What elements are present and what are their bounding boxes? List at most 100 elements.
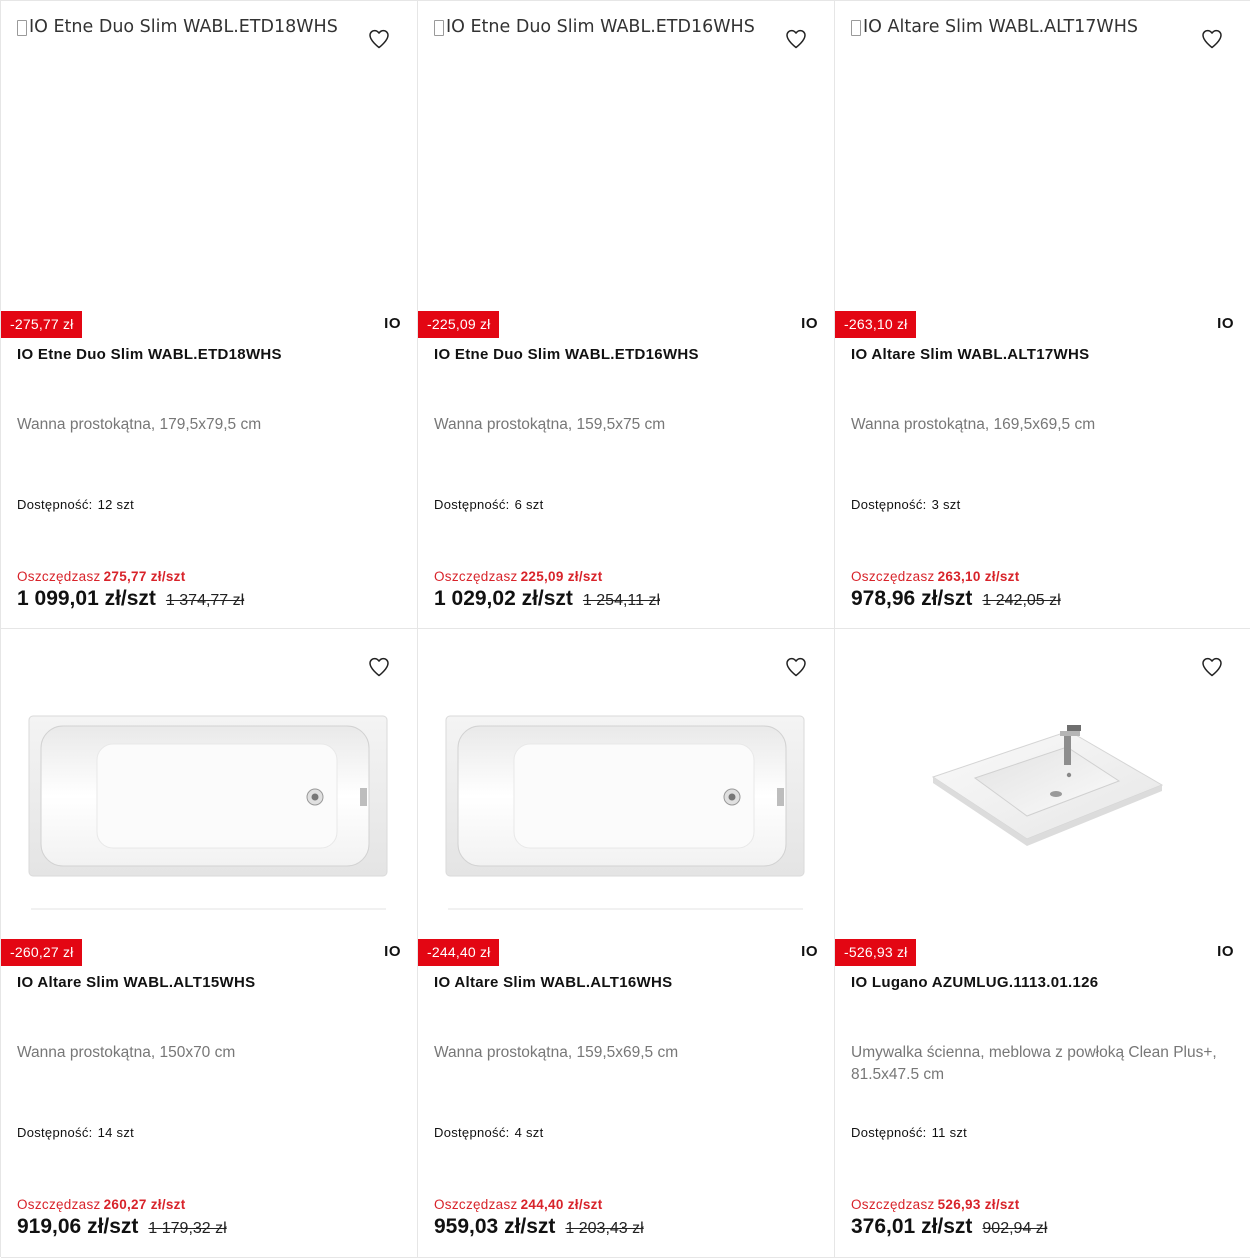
old-price: 1 374,77 zł — [165, 592, 245, 609]
product-image-area[interactable] — [835, 629, 1250, 939]
product-title[interactable]: IO Etne Duo Slim WABL.ETD16WHS — [434, 346, 818, 363]
image-alt-text: IO Altare Slim WABL.ALT17WHS — [863, 17, 1138, 37]
product-title[interactable]: IO Altare Slim WABL.ALT17WHS — [851, 346, 1234, 363]
product-card[interactable]: -526,93 zł IO IO Lugano AZUMLUG.1113.01.… — [835, 629, 1250, 1258]
savings: Oszczędzasz 263,10 zł/szt — [851, 569, 1020, 584]
brand-label: IO — [801, 315, 818, 332]
product-image-area[interactable] — [1, 629, 417, 939]
product-description: Wanna prostokątna, 150x70 cm — [17, 1044, 236, 1061]
product-card[interactable]: IO Altare Slim WABL.ALT17WHS -263,10 zł … — [835, 1, 1250, 629]
broken-image-icon — [434, 20, 444, 36]
product-grid: IO Etne Duo Slim WABL.ETD18WHS -275,77 z… — [0, 0, 1250, 1258]
savings-value: 225,09 zł/szt — [520, 569, 603, 584]
availability-label: Dostępność: — [434, 1125, 510, 1140]
discount-badge: -275,77 zł — [1, 311, 83, 338]
heart-outline-icon — [786, 29, 806, 49]
brand-label: IO — [384, 315, 401, 332]
product-description: Wanna prostokątna, 159,5x75 cm — [434, 416, 666, 433]
availability: Dostępność: 14 szt — [17, 1125, 134, 1140]
availability-label: Dostępność: — [851, 497, 927, 512]
current-price: 1 029,02 zł/szt — [434, 587, 573, 610]
availability: Dostępność: 4 szt — [434, 1125, 544, 1140]
broken-product-image[interactable]: IO Altare Slim WABL.ALT17WHS — [851, 17, 1138, 37]
savings: Oszczędzasz 244,40 zł/szt — [434, 1197, 603, 1212]
availability-value: 14 szt — [97, 1125, 135, 1140]
broken-product-image[interactable]: IO Etne Duo Slim WABL.ETD16WHS — [434, 17, 755, 37]
price-row: 978,96 zł/szt 1 242,05 zł — [851, 587, 1061, 611]
savings-label: Oszczędzasz — [434, 569, 518, 584]
current-price: 1 099,01 zł/szt — [17, 587, 156, 610]
current-price: 959,03 zł/szt — [434, 1215, 556, 1238]
brand-label: IO — [1217, 943, 1234, 960]
availability-label: Dostępność: — [17, 1125, 93, 1140]
discount-badge: -526,93 zł — [835, 939, 917, 966]
savings: Oszczędzasz 225,09 zł/szt — [434, 569, 603, 584]
heart-outline-icon — [369, 657, 389, 677]
heart-outline-icon — [786, 657, 806, 677]
savings: Oszczędzasz 275,77 zł/szt — [17, 569, 186, 584]
product-description: Umywalka ścienna, meblowa z powłoką Clea… — [851, 1044, 1217, 1083]
product-card[interactable]: IO Etne Duo Slim WABL.ETD18WHS -275,77 z… — [1, 1, 418, 629]
brand-label: IO — [801, 943, 818, 960]
favorite-button[interactable] — [784, 655, 808, 679]
product-title[interactable]: IO Altare Slim WABL.ALT16WHS — [434, 974, 818, 991]
broken-product-image[interactable]: IO Etne Duo Slim WABL.ETD18WHS — [17, 17, 338, 37]
availability-value: 4 szt — [514, 1125, 544, 1140]
product-description: Wanna prostokątna, 179,5x79,5 cm — [17, 416, 262, 433]
product-title[interactable]: IO Etne Duo Slim WABL.ETD18WHS — [17, 346, 401, 363]
product-image-area[interactable]: IO Altare Slim WABL.ALT17WHS — [835, 1, 1250, 311]
savings-label: Oszczędzasz — [851, 569, 935, 584]
savings-value: 244,40 zł/szt — [520, 1197, 603, 1212]
old-price: 902,94 zł — [982, 1220, 1048, 1237]
product-description: Wanna prostokątna, 159,5x69,5 cm — [434, 1044, 679, 1061]
bathtub-image[interactable] — [434, 689, 819, 919]
current-price: 978,96 zł/szt — [851, 587, 973, 610]
availability: Dostępność: 3 szt — [851, 497, 961, 512]
product-card[interactable]: IO Etne Duo Slim WABL.ETD16WHS -225,09 z… — [418, 1, 835, 629]
heart-outline-icon — [1202, 29, 1222, 49]
savings-value: 526,93 zł/szt — [937, 1197, 1020, 1212]
product-card[interactable]: -244,40 zł IO IO Altare Slim WABL.ALT16W… — [418, 629, 835, 1258]
price-row: 1 099,01 zł/szt 1 374,77 zł — [17, 587, 244, 611]
favorite-button[interactable] — [1200, 655, 1224, 679]
product-card[interactable]: -260,27 zł IO IO Altare Slim WABL.ALT15W… — [1, 629, 418, 1258]
price-row: 919,06 zł/szt 1 179,32 zł — [17, 1215, 227, 1239]
savings-value: 260,27 zł/szt — [103, 1197, 186, 1212]
price-row: 376,01 zł/szt 902,94 zł — [851, 1215, 1047, 1239]
savings-value: 263,10 zł/szt — [937, 569, 1020, 584]
old-price: 1 179,32 zł — [148, 1220, 227, 1237]
brand-label: IO — [1217, 315, 1234, 332]
availability-label: Dostępność: — [851, 1125, 927, 1140]
product-title[interactable]: IO Lugano AZUMLUG.1113.01.126 — [851, 974, 1234, 991]
old-price: 1 242,05 zł — [982, 592, 1061, 609]
favorite-button[interactable] — [367, 27, 391, 51]
savings-label: Oszczędzasz — [851, 1197, 935, 1212]
availability-value: 11 szt — [931, 1125, 968, 1140]
product-image-area[interactable] — [418, 629, 834, 939]
availability: Dostępność: 6 szt — [434, 497, 544, 512]
favorite-button[interactable] — [784, 27, 808, 51]
savings-label: Oszczędzasz — [17, 1197, 101, 1212]
old-price: 1 254,11 zł — [582, 592, 661, 609]
current-price: 376,01 zł/szt — [851, 1215, 973, 1238]
savings-label: Oszczędzasz — [434, 1197, 518, 1212]
washbasin-image[interactable] — [851, 689, 1236, 919]
product-image-area[interactable]: IO Etne Duo Slim WABL.ETD18WHS — [1, 1, 417, 311]
broken-image-icon — [17, 20, 27, 36]
savings-label: Oszczędzasz — [17, 569, 101, 584]
availability-value: 6 szt — [514, 497, 544, 512]
product-title[interactable]: IO Altare Slim WABL.ALT15WHS — [17, 974, 401, 991]
discount-badge: -244,40 zł — [418, 939, 500, 966]
discount-badge: -260,27 zł — [1, 939, 83, 966]
availability-label: Dostępność: — [17, 497, 93, 512]
discount-badge: -263,10 zł — [835, 311, 917, 338]
bathtub-image[interactable] — [17, 689, 402, 919]
favorite-button[interactable] — [367, 655, 391, 679]
heart-outline-icon — [369, 29, 389, 49]
broken-image-icon — [851, 20, 861, 36]
savings: Oszczędzasz 526,93 zł/szt — [851, 1197, 1020, 1212]
product-image-area[interactable]: IO Etne Duo Slim WABL.ETD16WHS — [418, 1, 834, 311]
favorite-button[interactable] — [1200, 27, 1224, 51]
bathtub-illustration — [445, 715, 805, 910]
savings: Oszczędzasz 260,27 zł/szt — [17, 1197, 186, 1212]
